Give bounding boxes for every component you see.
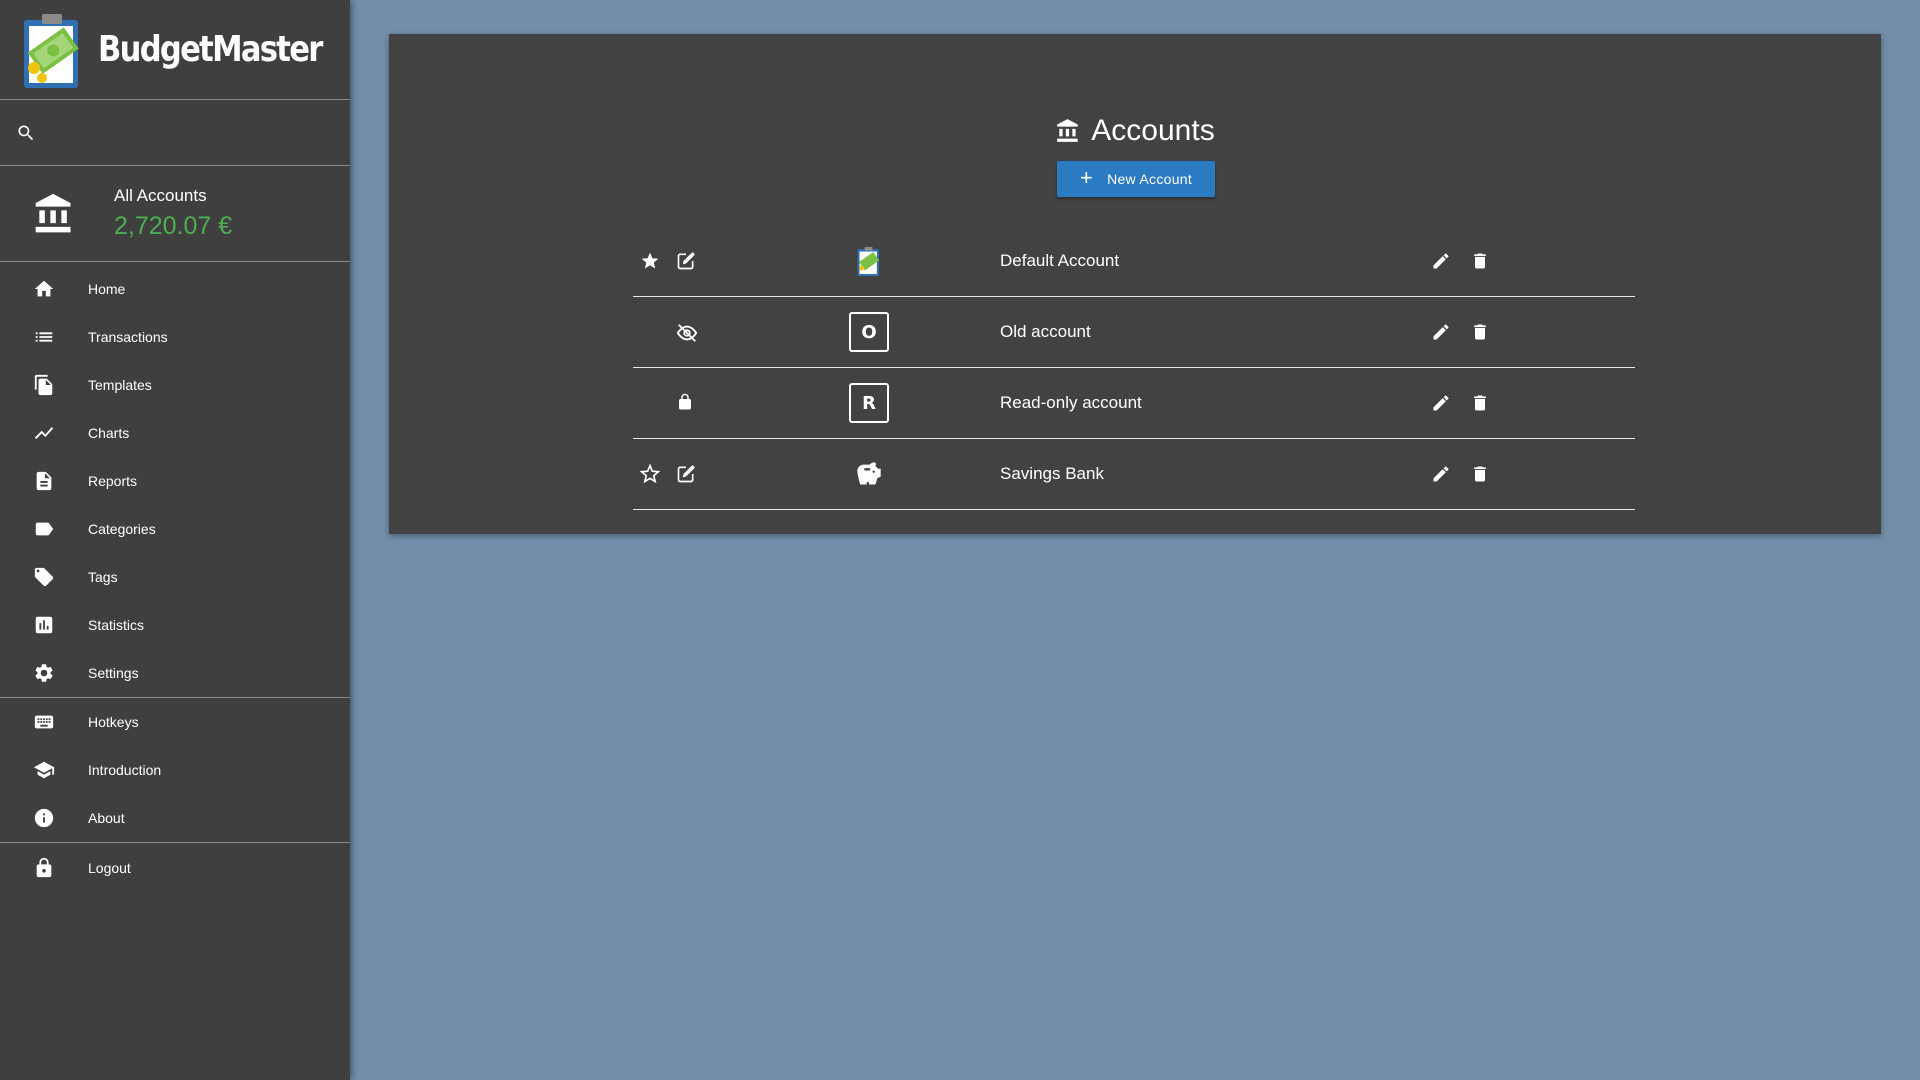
line-chart-icon [32, 421, 56, 445]
info-icon [32, 806, 56, 830]
nav-label: Settings [88, 665, 139, 681]
nav-item-templates[interactable]: Templates [0, 361, 350, 409]
bar-chart-icon [32, 613, 56, 637]
nav-label: Tags [88, 569, 118, 585]
home-icon [32, 277, 56, 301]
budgetmaster-logo-icon [20, 10, 86, 90]
pencil-icon[interactable] [1431, 322, 1451, 342]
nav-item-introduction[interactable]: Introduction [0, 746, 350, 794]
nav-label: About [88, 810, 125, 826]
edit-square-icon[interactable] [676, 464, 696, 484]
nav-item-about[interactable]: About [0, 794, 350, 842]
plus-icon: + [1079, 165, 1094, 190]
table-row: Savings Bank [633, 439, 1635, 510]
logout-nav: Logout [0, 844, 350, 892]
nav-item-tags[interactable]: Tags [0, 553, 350, 601]
edit-square-icon[interactable] [676, 251, 696, 271]
nav-label: Categories [88, 521, 156, 537]
nav-label: Logout [88, 860, 131, 876]
table-row: O Old account [633, 297, 1635, 368]
budgetmaster-logo-icon [849, 241, 889, 281]
account-name: Old account [1000, 322, 1091, 341]
nav-label: Charts [88, 425, 130, 441]
star-filled-icon[interactable] [640, 251, 660, 271]
nav-label: Hotkeys [88, 714, 139, 730]
label-icon [32, 517, 56, 541]
nav-item-settings[interactable]: Settings [0, 649, 350, 697]
nav-label: Reports [88, 473, 138, 489]
main-nav: Home Transactions Templates Charts Repor… [0, 265, 350, 697]
new-account-label: New Account [1107, 171, 1193, 187]
letter-icon: R [849, 383, 889, 423]
nav-item-transactions[interactable]: Transactions [0, 313, 350, 361]
pencil-icon[interactable] [1431, 464, 1451, 484]
trash-icon[interactable] [1470, 251, 1490, 271]
account-letter: O [849, 312, 889, 352]
search-input[interactable] [46, 112, 336, 153]
accounts-table: Default Account O Old account R Read-onl… [633, 226, 1635, 510]
trash-icon[interactable] [1470, 464, 1490, 484]
nav-item-home[interactable]: Home [0, 265, 350, 313]
secondary-nav: Hotkeys Introduction About [0, 698, 350, 842]
nav-label: Home [88, 281, 126, 297]
eye-off-icon [676, 322, 698, 342]
brand-header[interactable]: BudgetMaster [0, 0, 350, 100]
accounts-card: Accounts + New Account Default Account O… [389, 34, 1881, 534]
graduation-cap-icon [32, 758, 56, 782]
page-title: Accounts [389, 114, 1881, 148]
lock-icon [676, 393, 696, 413]
account-summary-balance: 2,720.07 € [114, 212, 233, 240]
brand-name: BudgetMaster [98, 29, 323, 70]
gear-icon [32, 661, 56, 685]
file-copy-icon [32, 373, 56, 397]
search-bar [0, 100, 350, 166]
bank-icon [32, 192, 76, 236]
nav-item-charts[interactable]: Charts [0, 409, 350, 457]
account-name: Default Account [1000, 251, 1120, 270]
nav-label: Transactions [88, 329, 168, 345]
table-row: R Read-only account [633, 368, 1635, 439]
account-info: All Accounts 2,720.07 € [114, 186, 232, 241]
tag-icon [32, 565, 56, 589]
nav-item-logout[interactable]: Logout [0, 844, 350, 892]
page-title-text: Accounts [1091, 114, 1215, 147]
account-summary-name: All Accounts [114, 186, 207, 205]
keyboard-icon [32, 710, 56, 734]
new-account-button[interactable]: + New Account [1057, 161, 1215, 197]
account-letter: R [849, 383, 889, 423]
pencil-icon[interactable] [1431, 393, 1451, 413]
account-selector[interactable]: All Accounts 2,720.07 € [0, 166, 350, 262]
lock-icon [32, 856, 56, 880]
trash-icon[interactable] [1470, 393, 1490, 413]
star-outline-icon[interactable] [640, 464, 660, 484]
letter-icon: O [849, 312, 889, 352]
pencil-icon[interactable] [1431, 251, 1451, 271]
document-icon [32, 469, 56, 493]
nav-label: Introduction [88, 762, 162, 778]
nav-item-statistics[interactable]: Statistics [0, 601, 350, 649]
trash-icon[interactable] [1470, 322, 1490, 342]
search-icon[interactable] [16, 123, 36, 143]
list-icon [32, 325, 56, 349]
nav-item-hotkeys[interactable]: Hotkeys [0, 698, 350, 746]
nav-item-reports[interactable]: Reports [0, 457, 350, 505]
nav-divider [0, 842, 350, 843]
table-row: Default Account [633, 226, 1635, 297]
nav-item-categories[interactable]: Categories [0, 505, 350, 553]
piggy-bank-icon [849, 454, 889, 494]
nav-label: Statistics [88, 617, 145, 633]
sidebar: BudgetMaster All Accounts 2,720.07 € Hom… [0, 0, 350, 1080]
nav-label: Templates [88, 377, 152, 393]
account-name: Savings Bank [1000, 464, 1104, 483]
bank-icon [1055, 118, 1091, 144]
account-name: Read-only account [1000, 393, 1142, 412]
